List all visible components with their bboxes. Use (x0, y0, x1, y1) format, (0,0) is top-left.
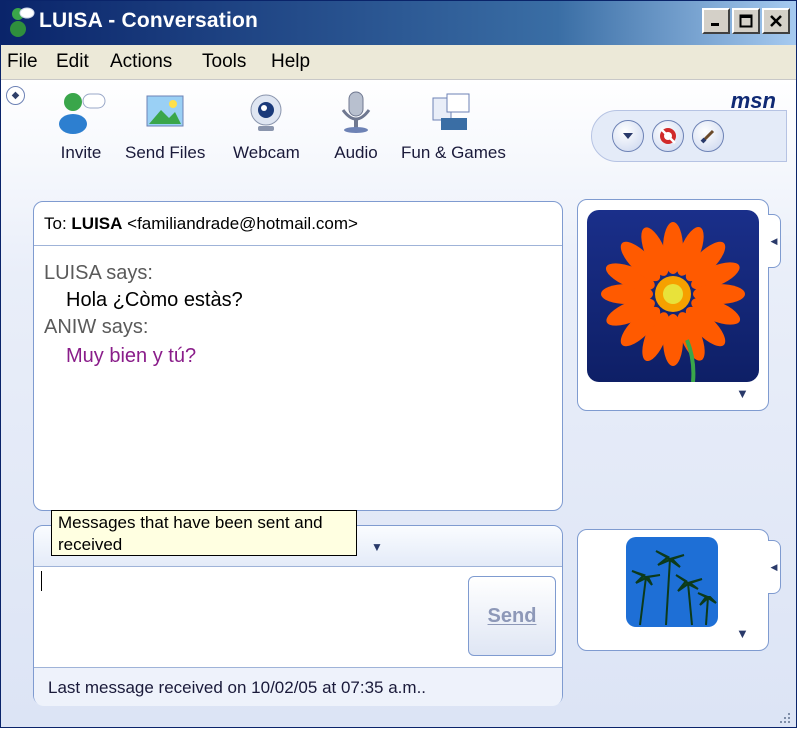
send-files-label: Send Files (125, 143, 206, 162)
flower-picture (587, 210, 759, 387)
send-label: Send (487, 604, 537, 627)
menu-actions[interactable]: Actions (110, 51, 172, 73)
tooltip: Messages that have been sent and receive… (51, 510, 357, 556)
minimize-button[interactable] (702, 8, 730, 34)
conversation-window: LUISA - Conversation File Edit Actions T… (0, 0, 797, 728)
expand-contact-picture-tab[interactable]: ◀ (768, 214, 781, 268)
fun-games-button[interactable]: Fun & Games (401, 90, 506, 163)
window-title: LUISA - Conversation (39, 9, 259, 32)
invite-label: Invite (60, 143, 102, 162)
audio-button[interactable]: Audio (331, 90, 381, 163)
fun-games-label: Fun & Games (401, 143, 506, 162)
to-line: To: LUISA <familiandrade@hotmail.com> (44, 214, 358, 234)
maximize-button[interactable] (732, 8, 760, 34)
resize-grip-icon[interactable] (778, 711, 792, 725)
conversation-history-panel[interactable]: To: LUISA <familiandrade@hotmail.com> LU… (33, 201, 563, 511)
contact-name: LUISA (71, 214, 123, 233)
toolbar-collapse-chevron-icon[interactable]: ◆ (6, 86, 25, 105)
message-sender-2: ANIW says: (44, 316, 149, 338)
contact-display-picture-panel[interactable]: ▼ (577, 199, 769, 411)
menu-file[interactable]: File (7, 51, 38, 73)
picture-options-chevron-icon[interactable]: ▼ (736, 386, 749, 401)
fun-games-icon (423, 90, 483, 139)
close-button[interactable] (762, 8, 790, 34)
invite-button[interactable]: Invite (51, 90, 111, 163)
menu-tools[interactable]: Tools (202, 51, 246, 73)
webcam-button[interactable]: Webcam (233, 90, 300, 163)
contact-email: <familiandrade@hotmail.com> (127, 214, 358, 233)
message-sender-1: LUISA says: (44, 262, 153, 284)
invite-icon (51, 90, 111, 139)
toolbar: ◆ Invite Send Files Webcam Audio Fun & G… (1, 80, 796, 180)
block-icon[interactable] (652, 120, 684, 152)
menu-bar: File Edit Actions Tools Help (1, 45, 796, 80)
palm-trees-picture (626, 537, 718, 632)
conversation-body: ◆ Invite Send Files Webcam Audio Fun & G… (1, 80, 796, 727)
audio-label: Audio (334, 143, 378, 162)
menu-help[interactable]: Help (271, 51, 310, 73)
send-files-icon (135, 90, 195, 139)
status-bar: Last message received on 10/02/05 at 07:… (34, 667, 562, 706)
message-input[interactable] (40, 570, 460, 660)
title-bar[interactable]: LUISA - Conversation (1, 1, 796, 45)
webcam-label: Webcam (233, 143, 300, 162)
my-display-picture-panel[interactable]: ▼ (577, 529, 769, 651)
menu-edit[interactable]: Edit (56, 51, 89, 73)
audio-icon (331, 90, 381, 139)
to-prefix: To: (44, 214, 67, 233)
to-line-divider (34, 245, 562, 246)
format-dropdown-chevron-icon[interactable]: ▼ (371, 540, 383, 554)
send-files-button[interactable]: Send Files (125, 90, 205, 163)
message-text-1: Hola ¿Còmo estàs? (66, 289, 243, 311)
dropdown-chevron-icon[interactable] (612, 120, 644, 152)
toolbar-round-buttons (591, 110, 787, 162)
send-button[interactable]: Send (468, 576, 556, 656)
customize-brush-icon[interactable] (692, 120, 724, 152)
webcam-icon (236, 90, 296, 139)
message-text-2: Muy bien y tú? (66, 345, 197, 367)
expand-my-picture-tab[interactable]: ◀ (768, 540, 781, 594)
last-message-status: Last message received on 10/02/05 at 07:… (48, 678, 427, 697)
my-picture-options-chevron-icon[interactable]: ▼ (736, 626, 749, 641)
msn-buddy-icon (9, 7, 35, 42)
